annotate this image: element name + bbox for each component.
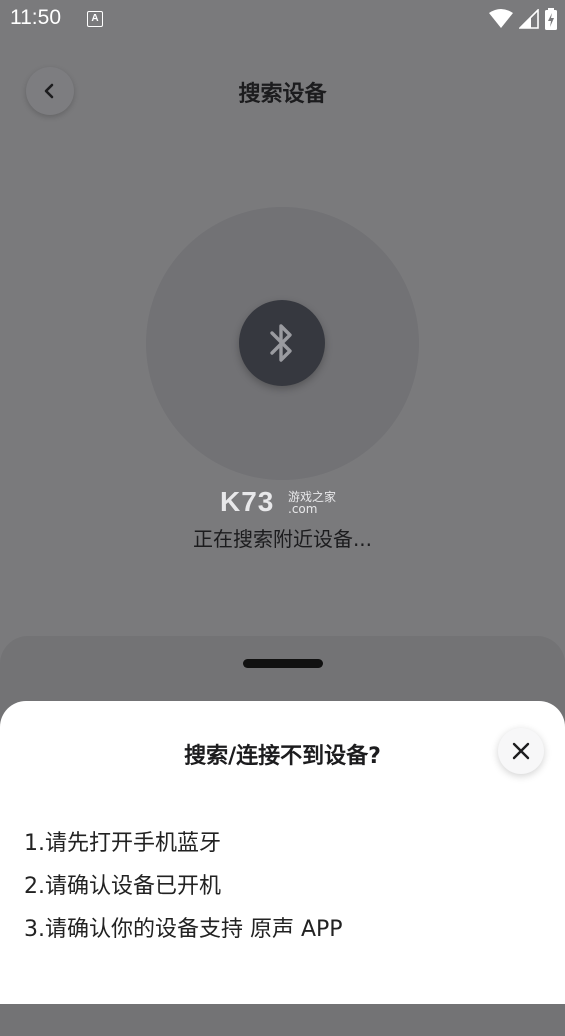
- notification-a-icon: A: [87, 11, 103, 27]
- page-title: 搜索设备: [238, 82, 327, 107]
- signal-icon: [519, 9, 539, 29]
- close-icon: [512, 742, 530, 760]
- watermark-brand: K73: [220, 486, 275, 517]
- watermark-domain: .com: [288, 502, 318, 516]
- close-button[interactable]: [498, 728, 544, 774]
- status-time: 11:50: [10, 6, 61, 29]
- help-dialog: 搜索/连接不到设备? 1.请先打开手机蓝牙 2.请确认设备已开机 3.请确认你的…: [0, 701, 565, 1004]
- tip-item: 1.请先打开手机蓝牙: [24, 831, 221, 856]
- bluetooth-button: [239, 300, 325, 386]
- wifi-icon: [489, 9, 513, 28]
- status-icons: [489, 8, 557, 30]
- sheet-drag-handle[interactable]: [243, 659, 323, 668]
- status-bar: 11:50 A: [0, 0, 565, 38]
- battery-charging-icon: [545, 8, 557, 30]
- tips-list: 1.请先打开手机蓝牙 2.请确认设备已开机 3.请确认你的设备支持 原声 APP: [24, 829, 343, 958]
- header: 搜索设备: [0, 60, 565, 124]
- bluetooth-icon: [270, 324, 292, 362]
- dialog-title: 搜索/连接不到设备?: [184, 744, 381, 769]
- scan-status-text: 正在搜索附近设备...: [192, 527, 373, 551]
- tip-item: 3.请确认你的设备支持 原声 APP: [24, 917, 343, 942]
- tip-item: 2.请确认设备已开机: [24, 874, 221, 899]
